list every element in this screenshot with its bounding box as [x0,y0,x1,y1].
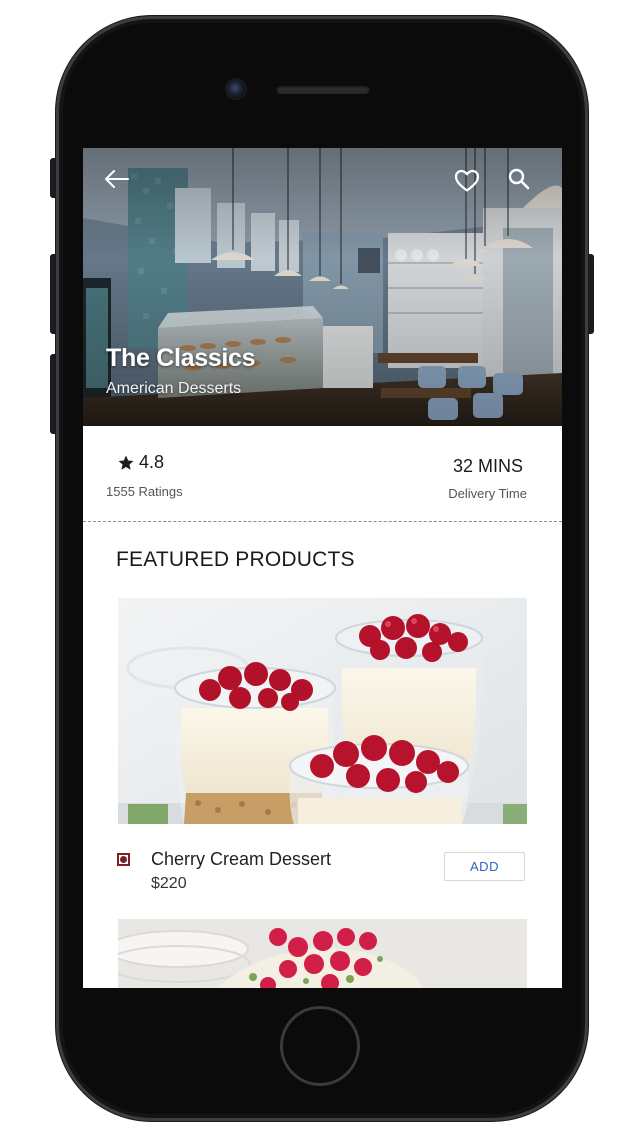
raspberry-dessert-photo [118,919,527,988]
rating-value: 4.8 [117,452,164,473]
home-button[interactable] [280,1006,360,1086]
add-to-cart-button[interactable]: ADD [444,852,525,881]
favorite-button[interactable] [450,164,484,198]
search-button[interactable] [502,162,536,196]
featured-products-title: FEATURED PRODUCTS [116,548,355,571]
front-camera [227,80,245,98]
product-image-next[interactable] [118,919,527,988]
store-cuisine: American Desserts [106,380,242,397]
product-price: $220 [151,875,187,892]
app-screen: The Classics American Desserts 4.8 1555 … [83,148,562,988]
store-name: The Classics [106,344,256,372]
cherry-cream-dessert-photo [118,598,527,824]
earpiece-speaker [276,85,370,94]
mockup-stage: The Classics American Desserts 4.8 1555 … [0,0,640,1137]
star-icon [118,455,134,470]
dashed-divider [83,521,562,522]
arrow-left-icon [105,170,129,188]
store-hero-image: The Classics American Desserts [83,148,562,426]
heart-icon [454,169,480,192]
product-image-cherry-cream-dessert[interactable] [118,598,527,824]
ratings-count: 1555 Ratings [106,484,183,499]
store-info-row: 4.8 1555 Ratings 32 MINS Delivery Time [83,426,562,522]
back-button[interactable] [100,162,134,196]
rating-number: 4.8 [139,452,165,472]
diet-marker-icon [117,853,130,866]
delivery-time-label: Delivery Time [448,486,527,501]
product-name: Cherry Cream Dessert [151,849,332,869]
delivery-time-value: 32 MINS [452,456,523,476]
search-icon [508,168,530,190]
